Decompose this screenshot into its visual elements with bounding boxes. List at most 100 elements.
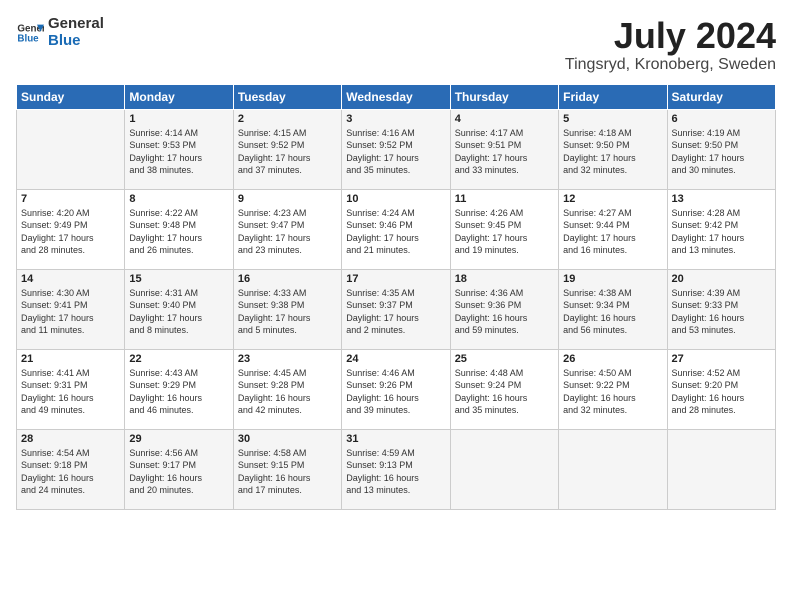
week-row-3: 14Sunrise: 4:30 AM Sunset: 9:41 PM Dayli… xyxy=(17,269,776,349)
day-number: 23 xyxy=(238,353,337,365)
col-sunday: Sunday xyxy=(17,84,125,109)
cell-text: Sunrise: 4:28 AM Sunset: 9:42 PM Dayligh… xyxy=(672,207,771,257)
day-number: 6 xyxy=(672,113,771,125)
cell-text: Sunrise: 4:50 AM Sunset: 9:22 PM Dayligh… xyxy=(563,367,662,417)
cell-week3-day1: 15Sunrise: 4:31 AM Sunset: 9:40 PM Dayli… xyxy=(125,269,233,349)
cell-week5-day6 xyxy=(667,429,775,509)
cell-week3-day5: 19Sunrise: 4:38 AM Sunset: 9:34 PM Dayli… xyxy=(559,269,667,349)
cell-text: Sunrise: 4:17 AM Sunset: 9:51 PM Dayligh… xyxy=(455,127,554,177)
day-number: 10 xyxy=(346,193,445,205)
cell-text: Sunrise: 4:35 AM Sunset: 9:37 PM Dayligh… xyxy=(346,287,445,337)
cell-week1-day2: 2 Sunrise: 4:15 AM Sunset: 9:52 PM Daylig… xyxy=(233,109,341,189)
cell-text: Sunrise: 4:16 AM Sunset: 9:52 PM Dayligh… xyxy=(346,127,445,177)
day-number: 7 xyxy=(21,193,120,205)
day-number: 9 xyxy=(238,193,337,205)
week-row-2: 7Sunrise: 4:20 AM Sunset: 9:49 PM Daylig… xyxy=(17,189,776,269)
cell-week1-day4: 4 Sunrise: 4:17 AM Sunset: 9:51 PM Daylig… xyxy=(450,109,558,189)
cell-text: Sunrise: 4:39 AM Sunset: 9:33 PM Dayligh… xyxy=(672,287,771,337)
day-number: 18 xyxy=(455,273,554,285)
cell-week2-day2: 9 Sunrise: 4:23 AM Sunset: 9:47 PM Daylig… xyxy=(233,189,341,269)
cell-text: Sunrise: 4:38 AM Sunset: 9:34 PM Dayligh… xyxy=(563,287,662,337)
cell-text: Sunrise: 4:23 AM Sunset: 9:47 PM Dayligh… xyxy=(238,207,337,257)
cell-week2-day4: 11Sunrise: 4:26 AM Sunset: 9:45 PM Dayli… xyxy=(450,189,558,269)
cell-week1-day0 xyxy=(17,109,125,189)
day-number: 20 xyxy=(672,273,771,285)
cell-text: Sunrise: 4:18 AM Sunset: 9:50 PM Dayligh… xyxy=(563,127,662,177)
cell-week5-day4 xyxy=(450,429,558,509)
col-saturday: Saturday xyxy=(667,84,775,109)
cell-text: Sunrise: 4:22 AM Sunset: 9:48 PM Dayligh… xyxy=(129,207,228,257)
cell-text: Sunrise: 4:33 AM Sunset: 9:38 PM Dayligh… xyxy=(238,287,337,337)
day-number: 13 xyxy=(672,193,771,205)
cell-week4-day3: 24Sunrise: 4:46 AM Sunset: 9:26 PM Dayli… xyxy=(342,349,450,429)
cell-text: Sunrise: 4:59 AM Sunset: 9:13 PM Dayligh… xyxy=(346,447,445,497)
cell-week2-day5: 12 Sunrise: 4:27 AM Sunset: 9:44 PM Dayli… xyxy=(559,189,667,269)
logo-icon: General Blue xyxy=(16,19,44,47)
cell-text: Sunrise: 4:43 AM Sunset: 9:29 PM Dayligh… xyxy=(129,367,228,417)
cell-week3-day2: 16 Sunrise: 4:33 AM Sunset: 9:38 PM Dayli… xyxy=(233,269,341,349)
cell-week4-day5: 26 Sunrise: 4:50 AM Sunset: 9:22 PM Dayli… xyxy=(559,349,667,429)
cell-text: Sunrise: 4:58 AM Sunset: 9:15 PM Dayligh… xyxy=(238,447,337,497)
day-number: 29 xyxy=(129,433,228,445)
title-block: July 2024 Tingsryd, Kronoberg, Sweden xyxy=(565,16,776,74)
calendar-page: General Blue General Blue July 2024 Ting… xyxy=(0,0,792,612)
col-wednesday: Wednesday xyxy=(342,84,450,109)
cell-week5-day3: 31 Sunrise: 4:59 AM Sunset: 9:13 PM Dayli… xyxy=(342,429,450,509)
cell-week1-day1: 1 Sunrise: 4:14 AM Sunset: 9:53 PM Daylig… xyxy=(125,109,233,189)
cell-week2-day6: 13 Sunrise: 4:28 AM Sunset: 9:42 PM Dayli… xyxy=(667,189,775,269)
day-number: 30 xyxy=(238,433,337,445)
cell-week3-day4: 18Sunrise: 4:36 AM Sunset: 9:36 PM Dayli… xyxy=(450,269,558,349)
week-row-1: 1 Sunrise: 4:14 AM Sunset: 9:53 PM Daylig… xyxy=(17,109,776,189)
cell-text: Sunrise: 4:14 AM Sunset: 9:53 PM Dayligh… xyxy=(129,127,228,177)
cell-week3-day0: 14Sunrise: 4:30 AM Sunset: 9:41 PM Dayli… xyxy=(17,269,125,349)
cell-text: Sunrise: 4:41 AM Sunset: 9:31 PM Dayligh… xyxy=(21,367,120,417)
day-number: 4 xyxy=(455,113,554,125)
cell-week3-day6: 20 Sunrise: 4:39 AM Sunset: 9:33 PM Dayli… xyxy=(667,269,775,349)
cell-week4-day2: 23 Sunrise: 4:45 AM Sunset: 9:28 PM Dayli… xyxy=(233,349,341,429)
cell-week4-day4: 25Sunrise: 4:48 AM Sunset: 9:24 PM Dayli… xyxy=(450,349,558,429)
cell-week4-day1: 22Sunrise: 4:43 AM Sunset: 9:29 PM Dayli… xyxy=(125,349,233,429)
day-number: 16 xyxy=(238,273,337,285)
cell-text: Sunrise: 4:56 AM Sunset: 9:17 PM Dayligh… xyxy=(129,447,228,497)
cell-week1-day3: 3 Sunrise: 4:16 AM Sunset: 9:52 PM Daylig… xyxy=(342,109,450,189)
col-monday: Monday xyxy=(125,84,233,109)
day-number: 12 xyxy=(563,193,662,205)
day-number: 21 xyxy=(21,353,120,365)
week-row-5: 28Sunrise: 4:54 AM Sunset: 9:18 PM Dayli… xyxy=(17,429,776,509)
cell-week1-day5: 5 Sunrise: 4:18 AM Sunset: 9:50 PM Daylig… xyxy=(559,109,667,189)
header: General Blue General Blue July 2024 Ting… xyxy=(16,16,776,74)
logo-blue-text: Blue xyxy=(48,33,104,50)
day-number: 14 xyxy=(21,273,120,285)
cell-text: Sunrise: 4:27 AM Sunset: 9:44 PM Dayligh… xyxy=(563,207,662,257)
cell-text: Sunrise: 4:48 AM Sunset: 9:24 PM Dayligh… xyxy=(455,367,554,417)
calendar-table: Sunday Monday Tuesday Wednesday Thursday… xyxy=(16,84,776,510)
svg-text:Blue: Blue xyxy=(17,33,39,44)
cell-text: Sunrise: 4:54 AM Sunset: 9:18 PM Dayligh… xyxy=(21,447,120,497)
cell-text: Sunrise: 4:31 AM Sunset: 9:40 PM Dayligh… xyxy=(129,287,228,337)
cell-week4-day0: 21 Sunrise: 4:41 AM Sunset: 9:31 PM Dayli… xyxy=(17,349,125,429)
cell-text: Sunrise: 4:19 AM Sunset: 9:50 PM Dayligh… xyxy=(672,127,771,177)
day-number: 17 xyxy=(346,273,445,285)
cell-week3-day3: 17 Sunrise: 4:35 AM Sunset: 9:37 PM Dayli… xyxy=(342,269,450,349)
cell-week5-day0: 28Sunrise: 4:54 AM Sunset: 9:18 PM Dayli… xyxy=(17,429,125,509)
cell-text: Sunrise: 4:15 AM Sunset: 9:52 PM Dayligh… xyxy=(238,127,337,177)
month-year: July 2024 xyxy=(565,16,776,56)
day-number: 26 xyxy=(563,353,662,365)
logo: General Blue General Blue xyxy=(16,16,104,49)
col-friday: Friday xyxy=(559,84,667,109)
cell-text: Sunrise: 4:45 AM Sunset: 9:28 PM Dayligh… xyxy=(238,367,337,417)
day-number: 2 xyxy=(238,113,337,125)
week-row-4: 21 Sunrise: 4:41 AM Sunset: 9:31 PM Dayli… xyxy=(17,349,776,429)
cell-week2-day1: 8 Sunrise: 4:22 AM Sunset: 9:48 PM Daylig… xyxy=(125,189,233,269)
day-number: 1 xyxy=(129,113,228,125)
day-number: 5 xyxy=(563,113,662,125)
day-number: 3 xyxy=(346,113,445,125)
day-number: 11 xyxy=(455,193,554,205)
logo-general-text: General xyxy=(48,16,104,33)
day-number: 27 xyxy=(672,353,771,365)
day-number: 24 xyxy=(346,353,445,365)
day-number: 8 xyxy=(129,193,228,205)
cell-week5-day1: 29 Sunrise: 4:56 AM Sunset: 9:17 PM Dayli… xyxy=(125,429,233,509)
day-number: 31 xyxy=(346,433,445,445)
col-tuesday: Tuesday xyxy=(233,84,341,109)
